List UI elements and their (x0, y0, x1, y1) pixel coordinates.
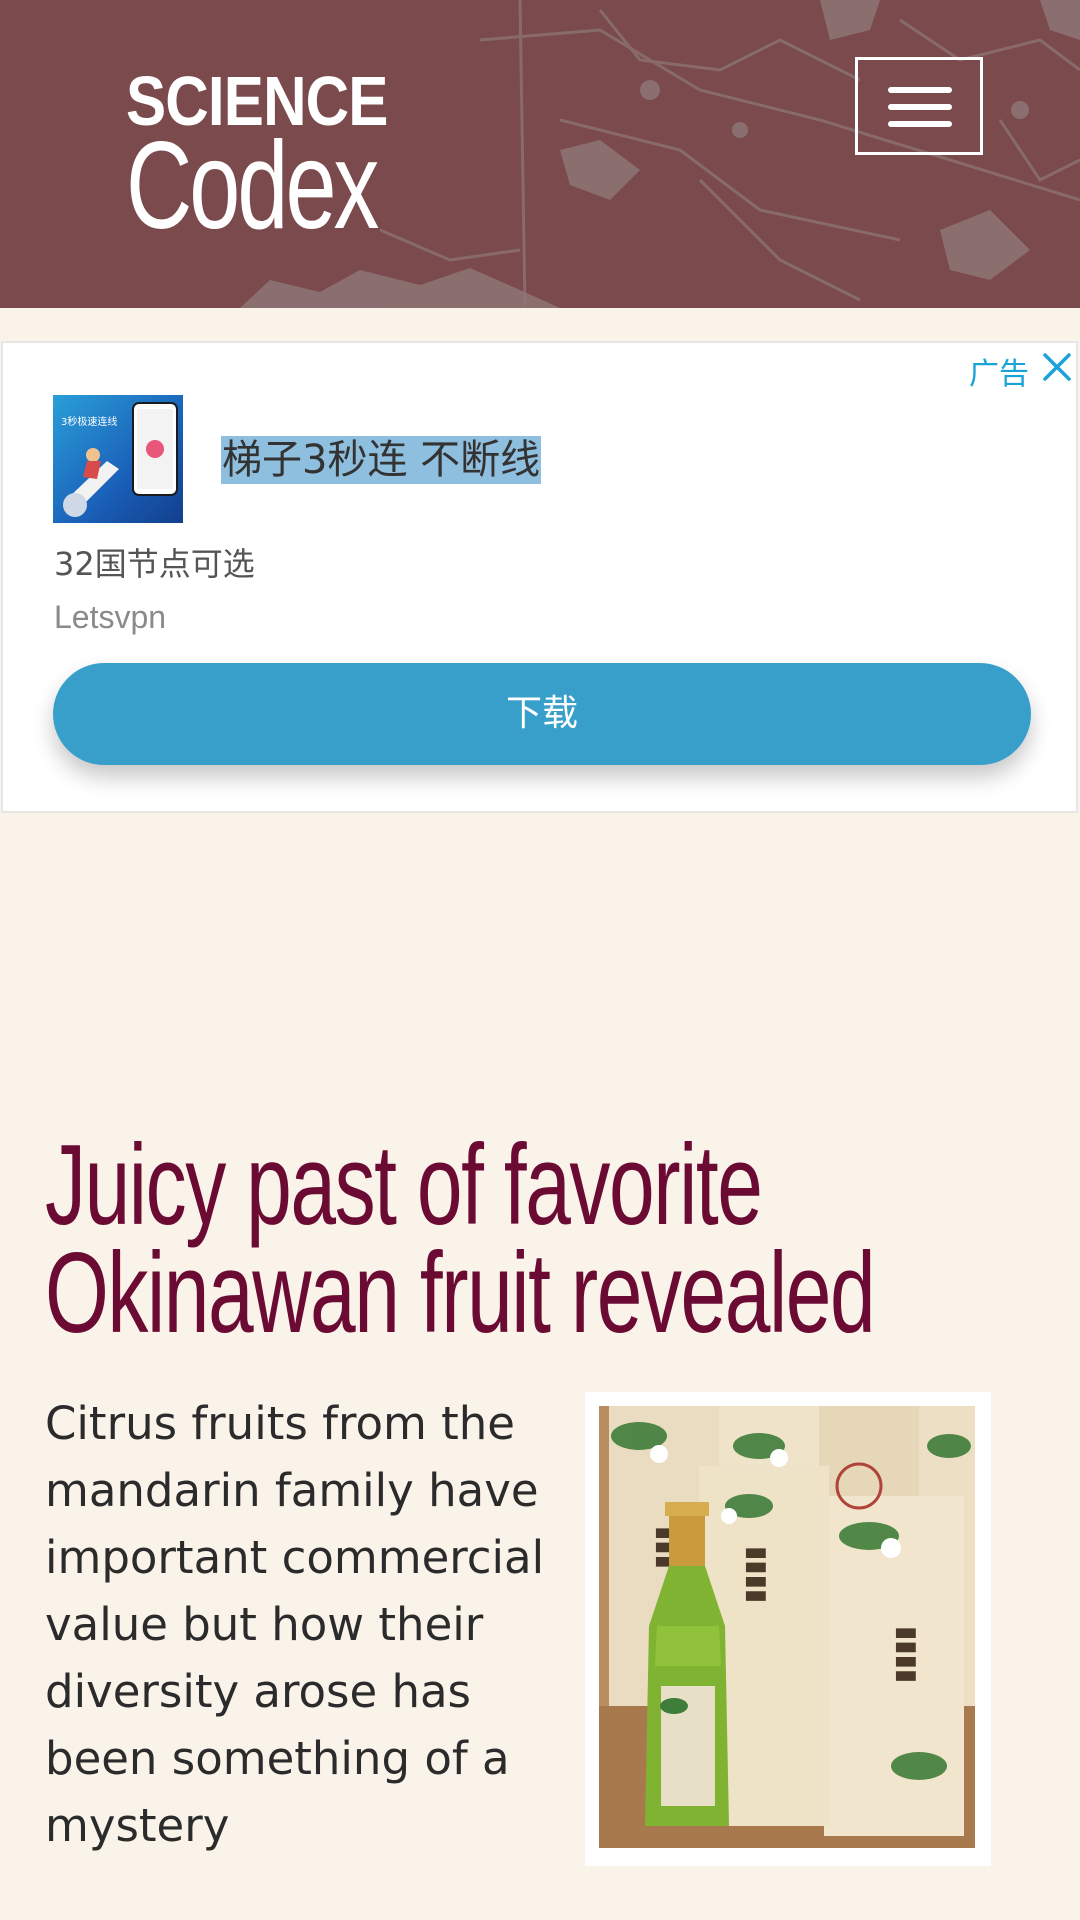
ad-image[interactable]: 3秒极速连线 (53, 395, 183, 523)
article-image[interactable]: ▮▮▮▮ ▮▮▮▮ ▮▮▮ (585, 1392, 991, 1866)
svg-text:▮▮▮▮: ▮▮▮▮ (892, 1626, 922, 1683)
ad-subtitle: 32国节点可选 (54, 545, 255, 583)
headline-line-2: Okinawan fruit revealed (45, 1230, 876, 1357)
article-summary: Citrus fruits from the mandarin family h… (45, 1397, 545, 1852)
ad-image-caption: 3秒极速连线 (61, 415, 117, 428)
headline-line-1: Juicy past of favorite (45, 1122, 763, 1249)
ad-label: 广告 (969, 357, 1029, 392)
ad-download-button[interactable]: 下载 (53, 663, 1031, 765)
ad-brand: Letsvpn (54, 599, 167, 635)
advertisement[interactable]: 广告 3秒极速连线 梯子3秒连 不断线 32国节点可选 Letsvpn 下载 (1, 341, 1078, 813)
ad-title[interactable]: 梯子3秒连 不断线 (221, 436, 542, 484)
close-icon[interactable] (1039, 349, 1075, 385)
svg-text:▮▮▮▮: ▮▮▮▮ (742, 1546, 772, 1603)
site-header: SCIENCE Codex (0, 0, 1080, 308)
citrus-juice-photo: ▮▮▮▮ ▮▮▮▮ ▮▮▮ (599, 1406, 975, 1848)
article-headline[interactable]: Juicy past of favorite Okinawan fruit re… (45, 1122, 876, 1357)
site-logo[interactable]: SCIENCE Codex (126, 64, 464, 255)
menu-button[interactable] (855, 57, 983, 155)
logo-codex-text: Codex (126, 117, 379, 255)
